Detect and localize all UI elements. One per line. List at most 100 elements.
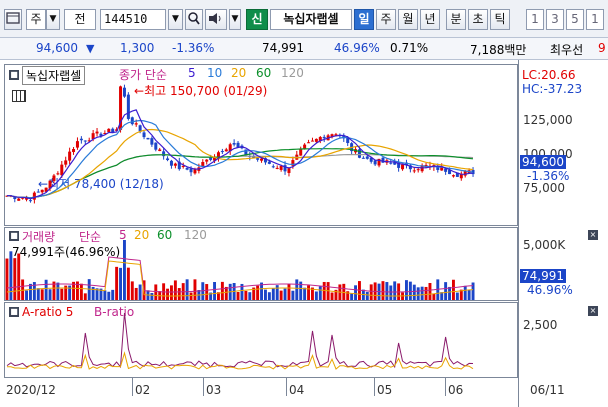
volume-bar (271, 288, 275, 300)
mode-selector[interactable]: 전 (64, 9, 96, 30)
price-tick-125000: 125,000 (523, 113, 573, 127)
candle-body (314, 138, 318, 142)
candle-body (75, 141, 79, 148)
volume-bar (412, 284, 416, 300)
search-icon-glyph (188, 12, 200, 25)
stock-name-label[interactable]: 녹십자랩셀 (270, 9, 352, 30)
candle-body (260, 158, 264, 161)
candle-body (32, 192, 36, 200)
volume-bar (408, 281, 412, 300)
volume-bar (185, 279, 189, 300)
volume-bar (405, 280, 408, 300)
price-chart[interactable] (5, 65, 517, 225)
volume-bar (354, 285, 357, 300)
sound-icon[interactable] (205, 9, 227, 30)
candle-body (322, 136, 326, 139)
chart-area[interactable]: ■ 녹십자랩셀 종가 단순 5 10 20 60 120 LC:20.66 HC… (0, 60, 608, 407)
ma5-line (7, 109, 474, 200)
volume-bar (318, 286, 322, 300)
volume-bar (455, 292, 459, 300)
credit-badge[interactable]: 신 (246, 9, 268, 30)
candle-body (181, 165, 185, 167)
last-volume-pct: 46.96% (527, 283, 573, 297)
volume-bar (416, 287, 420, 300)
volume-bar (448, 286, 451, 300)
candle-body (138, 125, 142, 132)
volume-bar (25, 290, 28, 300)
ma60-line (7, 148, 474, 199)
price-tick-75000: 75,000 (523, 181, 565, 195)
period-dropdown-icon[interactable]: ▼ (46, 9, 60, 30)
volume-bar (420, 286, 424, 300)
candle-body (205, 159, 209, 162)
interval-5-button[interactable]: 5 (566, 9, 584, 30)
sound-dropdown-icon[interactable]: ▼ (229, 9, 241, 30)
current-price: 94,600 (36, 41, 78, 55)
candle-body (361, 157, 365, 159)
x-label-jun: 06 (448, 383, 464, 397)
tab-week[interactable]: 주 (376, 9, 396, 30)
search-icon[interactable] (185, 9, 203, 30)
volume-bar (303, 287, 307, 300)
volume-bar (166, 288, 169, 300)
candle-body (193, 169, 197, 174)
candle-body (271, 166, 275, 168)
interval-1-button[interactable]: 1 (526, 9, 544, 30)
volume-bar (126, 267, 130, 300)
candle-body (303, 144, 307, 149)
candle-body (169, 160, 173, 166)
ab-pane-close-icon[interactable]: × (588, 306, 598, 316)
candle-body (299, 149, 303, 156)
tab-month[interactable]: 월 (398, 9, 418, 30)
volume-bar (56, 282, 60, 300)
candle-body (232, 143, 236, 145)
candle-body (52, 175, 56, 181)
candle-body (126, 94, 130, 119)
tab-day[interactable]: 일 (354, 9, 374, 30)
tab-tick[interactable]: 틱 (490, 9, 510, 30)
volume-bar (314, 291, 318, 300)
volume-bar (60, 288, 64, 300)
last-volume-box: 74,991 (520, 269, 566, 283)
hc-value: HC:-37.23 (522, 82, 583, 96)
candle-body (79, 138, 83, 141)
volume-bar (5, 258, 9, 300)
candle-body (56, 173, 60, 175)
window-icon[interactable] (4, 9, 22, 30)
volume-bar (307, 285, 310, 300)
candle-body (444, 168, 448, 172)
volume-bar (130, 281, 134, 300)
candle-body (173, 163, 177, 166)
x-divider (374, 378, 375, 396)
tab-second[interactable]: 초 (468, 9, 488, 30)
volume-bar (173, 280, 177, 300)
interval-3-button[interactable]: 3 (546, 9, 564, 30)
tab-minute[interactable]: 분 (446, 9, 466, 30)
x-label-may: 05 (377, 383, 393, 397)
candle-body (68, 151, 72, 161)
volume-bar (119, 267, 122, 300)
candle-body (60, 164, 64, 176)
ab-ratio-chart[interactable] (5, 303, 517, 377)
volume-bar (29, 283, 32, 300)
volume-chart[interactable] (5, 228, 517, 300)
candle-body (122, 87, 126, 97)
volume-bar (189, 292, 193, 300)
volume-pane-close-icon[interactable]: × (588, 230, 598, 240)
candle-body (17, 198, 21, 201)
code-dropdown-icon[interactable]: ▼ (168, 9, 183, 30)
candle-body (146, 137, 150, 140)
candle-body (189, 168, 193, 173)
period-selector[interactable]: 주 (26, 9, 46, 30)
candle-body (130, 117, 134, 125)
volume-bar (283, 288, 287, 300)
tab-year[interactable]: 년 (420, 9, 440, 30)
candle-body (40, 189, 44, 193)
y-axis-divider (518, 60, 519, 407)
volume-bar (83, 293, 87, 300)
stock-code-input[interactable]: 144510 (100, 9, 166, 30)
candle-body (134, 123, 138, 125)
volume-bar (138, 284, 142, 300)
interval-10-button[interactable]: 1 (586, 9, 604, 30)
volume-bar (393, 281, 397, 300)
